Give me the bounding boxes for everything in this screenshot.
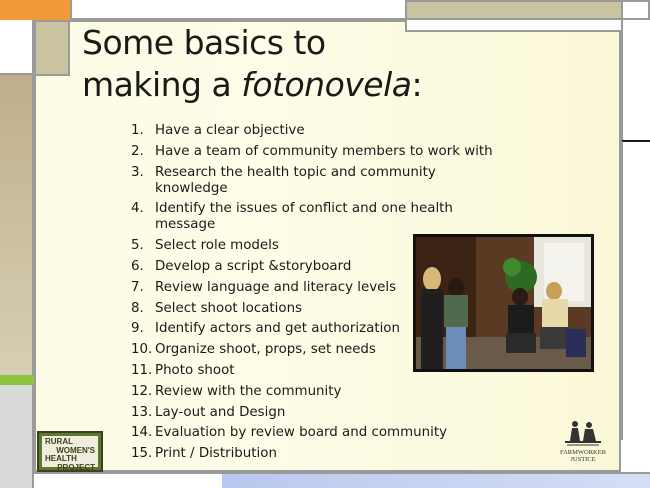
deco-right-box — [621, 0, 650, 20]
step-text: Lay-out and Design — [155, 404, 286, 420]
step-text: Have a team of community members to work… — [155, 143, 493, 159]
rural-womens-health-project-logo: RURAL WOMEN'S HEALTH PROJECT — [37, 431, 103, 472]
title-line2-italic: fotonovela — [241, 65, 412, 104]
step-item: 12. Review with the community — [131, 384, 511, 400]
deco-left-green — [0, 375, 34, 385]
photo-shoot-image — [413, 234, 594, 372]
step-number: 10. — [131, 342, 153, 358]
farmworker-logo-line1: FARMWORKER — [559, 449, 607, 456]
deco-title-bar — [405, 20, 623, 32]
slide: Some basics to making a fotonovela: 1. Ha… — [0, 0, 650, 488]
deco-left-tan — [0, 75, 34, 375]
step-text: Print / Distribution — [155, 446, 277, 462]
step-number: 4. — [131, 201, 144, 217]
step-number: 3. — [131, 164, 144, 180]
photo-shoot-illustration — [416, 237, 591, 369]
step-number: 15. — [131, 446, 153, 462]
slide-title: Some basics to making a fotonovela: — [82, 22, 423, 106]
deco-tan-block — [405, 0, 623, 20]
step-item: 13. Lay-out and Design — [131, 405, 511, 421]
step-item: 1. Have a clear objective — [131, 123, 511, 139]
deco-bottom-blue — [222, 472, 650, 488]
step-item: 14. Evaluation by review board and commun… — [131, 425, 511, 441]
title-line2-prefix: making a — [82, 65, 242, 104]
step-number: 7. — [131, 279, 144, 295]
step-number: 8. — [131, 300, 144, 316]
deco-right-column — [621, 20, 650, 140]
deco-title-tab — [34, 20, 70, 76]
deco-right-lower — [621, 140, 650, 440]
rural-logo-line4: PROJECT — [57, 462, 95, 472]
step-number: 6. — [131, 258, 144, 274]
deco-top-bar — [70, 0, 405, 20]
step-item: 15. Print / Distribution — [131, 446, 511, 462]
title-line1: Some basics to — [82, 23, 326, 62]
step-number: 9. — [131, 321, 144, 337]
farmworker-figures-icon — [565, 421, 601, 446]
rural-logo-text: RURAL WOMEN'S HEALTH PROJECT — [42, 436, 98, 471]
step-text: Identify the issues of conflict and one … — [155, 201, 453, 233]
deco-left-grey — [0, 385, 34, 488]
step-text: Have a clear objective — [155, 123, 305, 138]
step-item: 4. Identify the issues of conflict and on… — [131, 201, 511, 233]
step-item: 3. Research the health topic and communit… — [131, 165, 511, 197]
deco-orange-block — [0, 0, 70, 20]
step-number: 1. — [131, 123, 144, 138]
deco-left-white — [0, 20, 34, 75]
step-number: 12. — [131, 383, 153, 399]
step-number: 11. — [131, 362, 153, 378]
step-number: 5. — [131, 238, 144, 254]
step-number: 2. — [131, 143, 144, 159]
farmworker-justice-logo: FARMWORKER JUSTICE — [553, 419, 613, 467]
step-number: 13. — [131, 404, 153, 420]
step-text: Review with the community — [155, 383, 342, 399]
step-text: Research the health topic and community … — [155, 164, 436, 196]
title-line2-suffix: : — [411, 65, 423, 104]
farmworker-logo-line2: JUSTICE — [570, 456, 596, 463]
step-item: 2. Have a team of community members to wo… — [131, 144, 511, 160]
deco-bottom-left — [34, 472, 222, 488]
step-number: 14. — [131, 425, 153, 441]
step-text: Evaluation by review board and community — [155, 425, 448, 441]
